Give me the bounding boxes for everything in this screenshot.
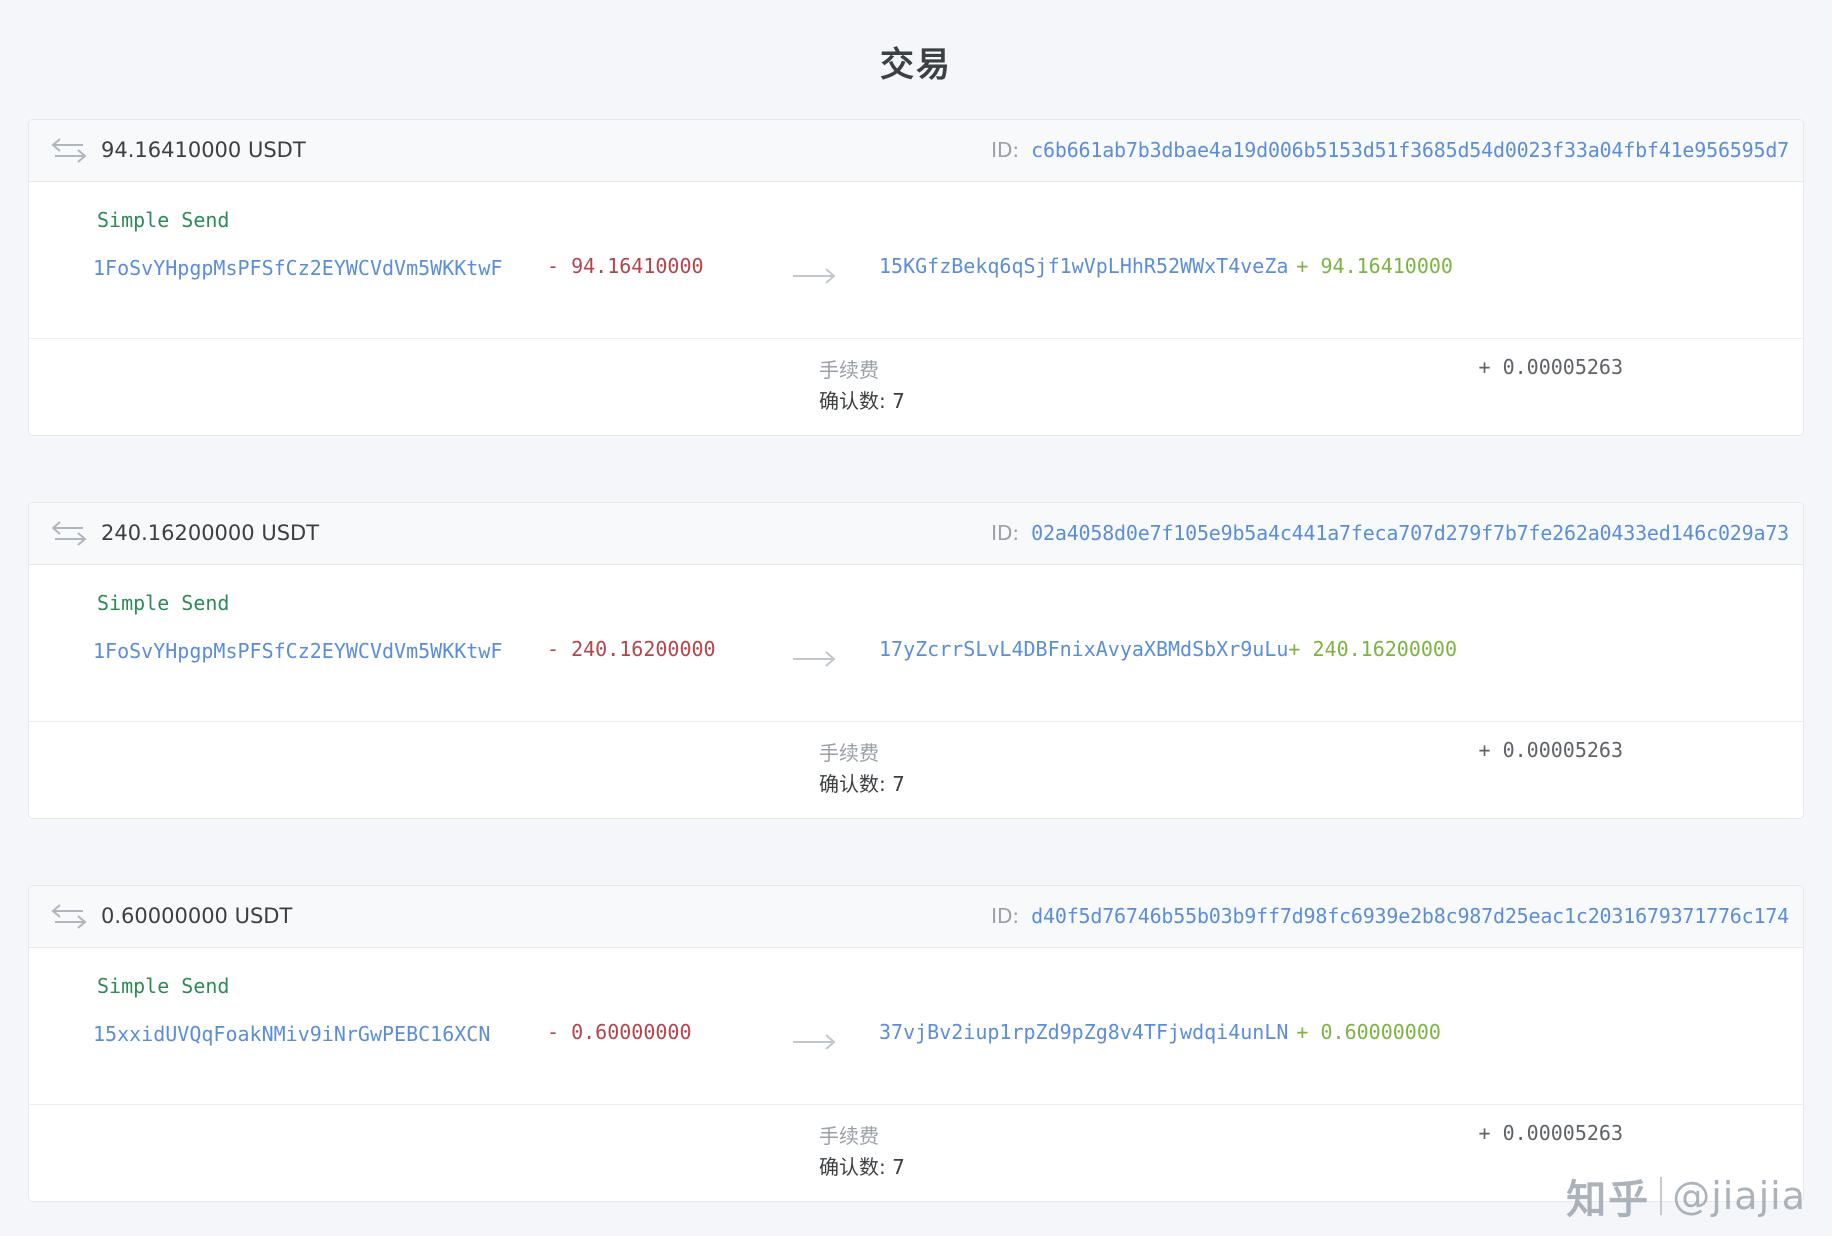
fee-value: + 0.00005263 — [1478, 737, 1624, 762]
fee-value: + 0.00005263 — [1478, 1120, 1624, 1145]
transaction-id-label: ID: — [991, 521, 1020, 546]
arrow-right-icon — [759, 1020, 879, 1050]
transaction-id-container: ID: 02a4058d0e7f105e9b5a4c441a7feca707d2… — [991, 521, 1789, 545]
page-title: 交易 — [880, 44, 952, 85]
fee-value: + 0.00005263 — [1478, 354, 1624, 379]
arrow-right-icon — [759, 637, 879, 667]
transaction-footer: 手续费 确认数: 7 + 0.00005263 — [29, 339, 1803, 435]
fee-info-group: 手续费 确认数: 7 — [819, 1121, 905, 1183]
swap-arrows-icon — [51, 521, 87, 546]
transaction-card[interactable]: 94.16410000 USDT ID: c6b661ab7b3dbae4a19… — [28, 118, 1804, 436]
arrow-right-icon — [759, 254, 879, 284]
recipient-address-link[interactable]: 15KGfzBekq6qSjf1wVpLHhR52WWxT4veZa — [879, 254, 1288, 278]
recipient-address-link[interactable]: 17yZcrrSLvL4DBFnixAvyaXBMdSbXr9uLu — [879, 637, 1288, 661]
recipient-amount: + 0.60000000 — [1296, 1019, 1441, 1044]
recipient-group: 37vjBv2iup1rpZd9pZg8v4TFjwdqi4unLN + 0.6… — [879, 1020, 1441, 1044]
transaction-amount-title: 240.16200000 USDT — [101, 521, 320, 546]
transaction-amount-title: 0.60000000 USDT — [101, 904, 293, 929]
fee-label: 手续费 — [819, 1123, 879, 1148]
fee-info-group: 手续费 确认数: 7 — [819, 738, 905, 800]
transaction-body: Simple Send 1FoSvYHpgpMsPFSfCz2EYWCVdVm5… — [29, 182, 1803, 339]
recipient-address-link[interactable]: 37vjBv2iup1rpZd9pZg8v4TFjwdqi4unLN — [879, 1020, 1288, 1044]
sender-address-link[interactable]: 1FoSvYHpgpMsPFSfCz2EYWCVdVm5WKKtwF — [49, 254, 529, 283]
confirmations-label: 确认数: 7 — [819, 1154, 905, 1179]
swap-arrows-icon — [51, 904, 87, 929]
transaction-type-label: Simple Send — [97, 590, 230, 615]
sender-address-link[interactable]: 1FoSvYHpgpMsPFSfCz2EYWCVdVm5WKKtwF — [49, 637, 529, 666]
transaction-id-container: ID: d40f5d76746b55b03b9ff7d98fc6939e2b8c… — [991, 904, 1789, 928]
transaction-id-label: ID: — [991, 904, 1020, 929]
recipient-group: 15KGfzBekq6qSjf1wVpLHhR52WWxT4veZa + 94.… — [879, 254, 1453, 278]
transaction-id-label: ID: — [991, 138, 1020, 163]
recipient-amount: + 94.16410000 — [1296, 253, 1453, 278]
transaction-body: Simple Send 15xxidUVQqFoakNMiv9iNrGwPEBC… — [29, 948, 1803, 1105]
sender-amount: - 240.16200000 — [547, 636, 716, 661]
transaction-amount-title: 94.16410000 USDT — [101, 138, 306, 163]
transaction-header: 0.60000000 USDT ID: d40f5d76746b55b03b9f… — [29, 885, 1803, 948]
transaction-header: 240.16200000 USDT ID: 02a4058d0e7f105e9b… — [29, 502, 1803, 565]
transaction-flow: 15xxidUVQqFoakNMiv9iNrGwPEBC16XCN - 0.60… — [49, 1020, 1783, 1082]
transaction-id-container: ID: c6b661ab7b3dbae4a19d006b5153d51f3685… — [991, 138, 1789, 162]
transaction-flow: 1FoSvYHpgpMsPFSfCz2EYWCVdVm5WKKtwF - 240… — [49, 637, 1783, 699]
transaction-list: 94.16410000 USDT ID: c6b661ab7b3dbae4a19… — [0, 118, 1832, 1202]
sender-amount: - 0.60000000 — [547, 1019, 692, 1044]
fee-info-group: 手续费 确认数: 7 — [819, 355, 905, 417]
confirmations-label: 确认数: 7 — [819, 771, 905, 796]
swap-arrows-icon — [51, 138, 87, 163]
transaction-body: Simple Send 1FoSvYHpgpMsPFSfCz2EYWCVdVm5… — [29, 565, 1803, 722]
transaction-type-label: Simple Send — [97, 207, 230, 232]
transaction-id-link[interactable]: c6b661ab7b3dbae4a19d006b5153d51f3685d54d… — [1031, 138, 1789, 162]
transaction-card[interactable]: 0.60000000 USDT ID: d40f5d76746b55b03b9f… — [28, 884, 1804, 1202]
transactions-page: 交易 94.16410000 USDT ID: c6b661ab7b3dbae4… — [0, 22, 1832, 1236]
transaction-id-link[interactable]: d40f5d76746b55b03b9ff7d98fc6939e2b8c987d… — [1031, 904, 1789, 928]
transaction-header: 94.16410000 USDT ID: c6b661ab7b3dbae4a19… — [29, 119, 1803, 182]
confirmations-label: 确认数: 7 — [819, 388, 905, 413]
recipient-amount: + 240.16200000 — [1288, 636, 1457, 661]
sender-address-link[interactable]: 15xxidUVQqFoakNMiv9iNrGwPEBC16XCN — [49, 1020, 529, 1049]
sender-amount: - 94.16410000 — [547, 253, 704, 278]
fee-label: 手续费 — [819, 357, 879, 382]
transaction-footer: 手续费 确认数: 7 + 0.00005263 — [29, 1105, 1803, 1201]
transaction-id-link[interactable]: 02a4058d0e7f105e9b5a4c441a7feca707d279f7… — [1031, 521, 1789, 545]
fee-label: 手续费 — [819, 740, 879, 765]
recipient-group: 17yZcrrSLvL4DBFnixAvyaXBMdSbXr9uLu + 240… — [879, 637, 1457, 661]
transaction-type-label: Simple Send — [97, 973, 230, 998]
transaction-footer: 手续费 确认数: 7 + 0.00005263 — [29, 722, 1803, 818]
transaction-card[interactable]: 240.16200000 USDT ID: 02a4058d0e7f105e9b… — [28, 501, 1804, 819]
transaction-flow: 1FoSvYHpgpMsPFSfCz2EYWCVdVm5WKKtwF - 94.… — [49, 254, 1783, 316]
